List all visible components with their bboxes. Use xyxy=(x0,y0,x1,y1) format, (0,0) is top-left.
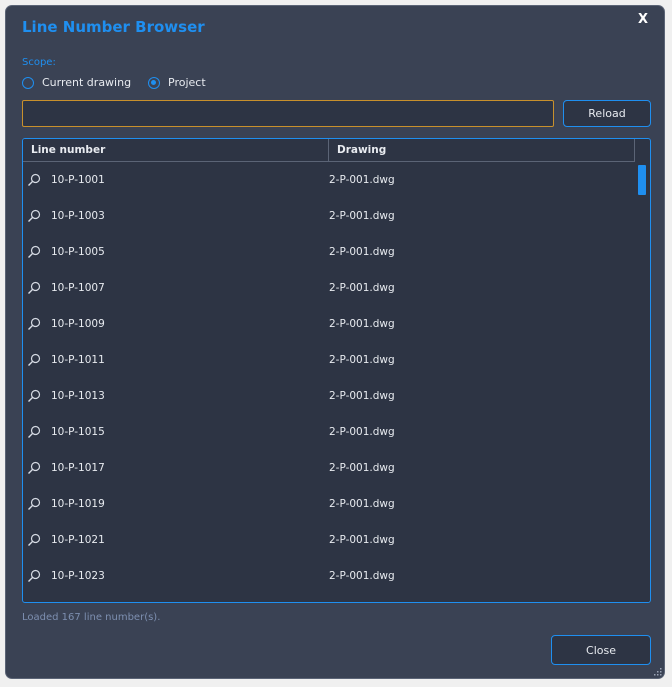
zoom-icon[interactable] xyxy=(27,497,41,511)
zoom-icon[interactable] xyxy=(27,425,41,439)
line-number-text: 10-P-1003 xyxy=(51,210,105,222)
line-number-table: Line number Drawing 10-P-1001 2-P-001.dwg… xyxy=(22,138,651,603)
reload-button[interactable]: Reload xyxy=(563,100,651,127)
line-number-cell: 10-P-1011 xyxy=(23,353,329,367)
radio-project-label: Project xyxy=(168,76,206,89)
line-number-cell: 10-P-1003 xyxy=(23,209,329,223)
line-number-text: 10-P-1013 xyxy=(51,390,105,402)
table-body: 10-P-1001 2-P-001.dwg 10-P-1003 2-P-001.dwg… xyxy=(23,162,635,594)
line-number-cell: 10-P-1023 xyxy=(23,569,329,583)
drawing-cell: 2-P-001.dwg xyxy=(329,498,395,510)
zoom-icon[interactable] xyxy=(27,533,41,547)
table-row[interactable]: 10-P-1017 2-P-001.dwg xyxy=(23,450,635,486)
line-number-browser-dialog: Line Number Browser X Scope: Current dra… xyxy=(5,5,665,679)
dialog-title: Line Number Browser xyxy=(22,18,205,36)
zoom-icon[interactable] xyxy=(27,461,41,475)
radio-checked-icon xyxy=(148,76,160,89)
drawing-cell: 2-P-001.dwg xyxy=(329,570,395,582)
drawing-cell: 2-P-001.dwg xyxy=(329,318,395,330)
line-number-text: 10-P-1023 xyxy=(51,570,105,582)
drawing-cell: 2-P-001.dwg xyxy=(329,534,395,546)
drawing-cell: 2-P-001.dwg xyxy=(329,246,395,258)
zoom-icon[interactable] xyxy=(27,353,41,367)
close-icon[interactable]: X xyxy=(638,12,648,27)
line-number-text: 10-P-1017 xyxy=(51,462,105,474)
search-input[interactable] xyxy=(22,100,554,127)
line-number-cell: 10-P-1001 xyxy=(23,173,329,187)
table-row[interactable]: 10-P-1019 2-P-001.dwg xyxy=(23,486,635,522)
resize-grip-icon[interactable] xyxy=(652,666,662,676)
line-number-text: 10-P-1015 xyxy=(51,426,105,438)
table-row[interactable]: 10-P-1015 2-P-001.dwg xyxy=(23,414,635,450)
zoom-icon[interactable] xyxy=(27,317,41,331)
line-number-cell: 10-P-1013 xyxy=(23,389,329,403)
table-row[interactable]: 10-P-1009 2-P-001.dwg xyxy=(23,306,635,342)
column-header-drawing[interactable]: Drawing xyxy=(329,139,635,161)
line-number-cell: 10-P-1005 xyxy=(23,245,329,259)
drawing-cell: 2-P-001.dwg xyxy=(329,390,395,402)
column-header-line-number[interactable]: Line number xyxy=(23,139,329,161)
drawing-cell: 2-P-001.dwg xyxy=(329,462,395,474)
table-row[interactable]: 10-P-1011 2-P-001.dwg xyxy=(23,342,635,378)
line-number-cell: 10-P-1015 xyxy=(23,425,329,439)
zoom-icon[interactable] xyxy=(27,245,41,259)
radio-unchecked-icon xyxy=(22,76,34,89)
line-number-text: 10-P-1019 xyxy=(51,498,105,510)
radio-current-drawing-label: Current drawing xyxy=(42,76,132,89)
drawing-cell: 2-P-001.dwg xyxy=(329,354,395,366)
drawing-cell: 2-P-001.dwg xyxy=(329,282,395,294)
table-row[interactable]: 10-P-1007 2-P-001.dwg xyxy=(23,270,635,306)
line-number-cell: 10-P-1017 xyxy=(23,461,329,475)
table-row[interactable]: 10-P-1001 2-P-001.dwg xyxy=(23,162,635,198)
line-number-text: 10-P-1011 xyxy=(51,354,105,366)
line-number-text: 10-P-1007 xyxy=(51,282,105,294)
drawing-cell: 2-P-001.dwg xyxy=(329,426,395,438)
line-number-cell: 10-P-1009 xyxy=(23,317,329,331)
drawing-cell: 2-P-001.dwg xyxy=(329,174,395,186)
zoom-icon[interactable] xyxy=(27,209,41,223)
line-number-text: 10-P-1001 xyxy=(51,174,105,186)
line-number-text: 10-P-1009 xyxy=(51,318,105,330)
table-row[interactable]: 10-P-1013 2-P-001.dwg xyxy=(23,378,635,414)
line-number-cell: 10-P-1019 xyxy=(23,497,329,511)
table-row[interactable]: 10-P-1005 2-P-001.dwg xyxy=(23,234,635,270)
vertical-scrollbar[interactable] xyxy=(636,162,649,602)
zoom-icon[interactable] xyxy=(27,389,41,403)
scrollbar-thumb[interactable] xyxy=(638,165,646,195)
drawing-cell: 2-P-001.dwg xyxy=(329,210,395,222)
close-button[interactable]: Close xyxy=(551,635,651,665)
zoom-icon[interactable] xyxy=(27,569,41,583)
status-text: Loaded 167 line number(s). xyxy=(22,612,161,623)
table-row[interactable]: 10-P-1023 2-P-001.dwg xyxy=(23,558,635,594)
zoom-icon[interactable] xyxy=(27,173,41,187)
line-number-cell: 10-P-1021 xyxy=(23,533,329,547)
line-number-text: 10-P-1005 xyxy=(51,246,105,258)
table-row[interactable]: 10-P-1021 2-P-001.dwg xyxy=(23,522,635,558)
zoom-icon[interactable] xyxy=(27,281,41,295)
line-number-text: 10-P-1021 xyxy=(51,534,105,546)
radio-current-drawing[interactable]: Current drawing xyxy=(22,76,131,89)
table-row[interactable]: 10-P-1003 2-P-001.dwg xyxy=(23,198,635,234)
line-number-cell: 10-P-1007 xyxy=(23,281,329,295)
scope-label: Scope: xyxy=(22,57,56,68)
table-header: Line number Drawing xyxy=(23,139,635,162)
radio-project[interactable]: Project xyxy=(148,76,206,89)
